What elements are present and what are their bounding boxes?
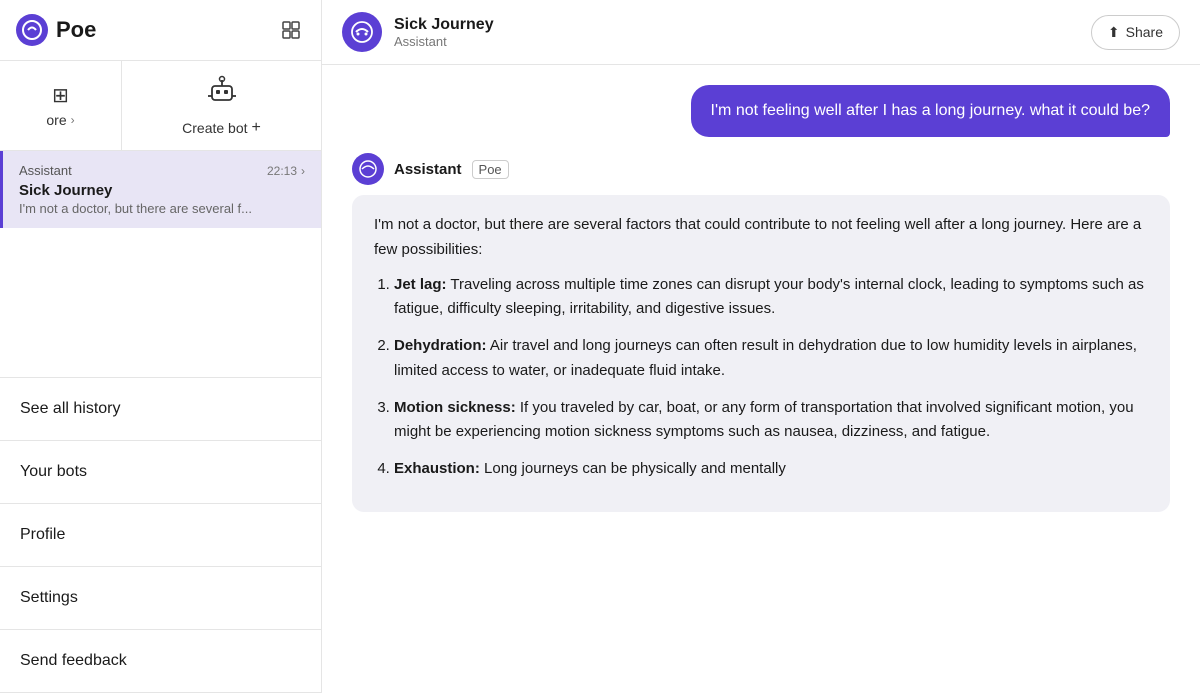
your-bots-item[interactable]: Your bots xyxy=(0,441,321,504)
assistant-content: I'm not a doctor, but there are several … xyxy=(352,195,1170,512)
logo-icon xyxy=(16,14,48,46)
assistant-message: Assistant Poe I'm not a doctor, but ther… xyxy=(352,153,1170,512)
bot-info: Sick Journey Assistant xyxy=(394,16,1079,49)
edit-icon[interactable] xyxy=(277,16,305,44)
chat-list-item[interactable]: Assistant 22:13 › Sick Journey I'm not a… xyxy=(0,151,321,228)
item-4-text: Long journeys can be physically and ment… xyxy=(484,460,786,477)
bot-subtitle: Assistant xyxy=(394,34,1079,49)
list-item: Motion sickness: If you traveled by car,… xyxy=(394,396,1148,446)
main-area: Sick Journey Assistant ⬆ Share I'm not f… xyxy=(322,0,1200,693)
profile-item[interactable]: Profile xyxy=(0,504,321,567)
share-button[interactable]: ⬆ Share xyxy=(1091,15,1180,50)
item-2-title: Dehydration: xyxy=(394,337,487,354)
chat-item-chevron-icon: › xyxy=(301,164,305,178)
sidebar-header: Poe xyxy=(0,0,321,61)
explore-arrow-icon: › xyxy=(71,113,75,127)
chat-item-time: 22:13 xyxy=(267,164,297,178)
list-item: Exhaustion: Long journeys can be physica… xyxy=(394,457,1148,482)
item-1-title: Jet lag: xyxy=(394,276,447,293)
bot-avatar xyxy=(342,12,382,52)
settings-item[interactable]: Settings xyxy=(0,567,321,630)
sidebar: Poe ⊞ ore › xyxy=(0,0,322,693)
list-item: Jet lag: Traveling across multiple time … xyxy=(394,273,1148,323)
chat-header: Sick Journey Assistant ⬆ Share xyxy=(322,0,1200,65)
chat-item-bot: Assistant xyxy=(19,163,72,178)
explore-button[interactable]: ⊞ ore › xyxy=(0,61,122,150)
item-1-text: Traveling across multiple time zones can… xyxy=(394,276,1144,318)
logo-text: Poe xyxy=(56,17,96,43)
assistant-avatar xyxy=(352,153,384,185)
top-actions: ⊞ ore › Create bot + xyxy=(0,61,321,151)
item-4-title: Exhaustion: xyxy=(394,460,480,477)
bot-name: Sick Journey xyxy=(394,16,1079,34)
assistant-name: Assistant xyxy=(394,161,462,178)
list-item: Dehydration: Air travel and long journey… xyxy=(394,334,1148,384)
response-list: Jet lag: Traveling across multiple time … xyxy=(394,273,1148,482)
messages-area: I'm not feeling well after I has a long … xyxy=(322,65,1200,693)
chat-item-title: Sick Journey xyxy=(19,182,305,199)
create-bot-label: Create bot xyxy=(182,120,247,136)
share-icon: ⬆ xyxy=(1108,24,1120,41)
send-feedback-item[interactable]: Send feedback xyxy=(0,630,321,693)
assistant-header: Assistant Poe xyxy=(352,153,1170,185)
see-all-history-item[interactable]: See all history xyxy=(0,378,321,441)
chat-item-preview: I'm not a doctor, but there are several … xyxy=(19,201,305,216)
explore-label: ore xyxy=(46,112,66,128)
create-bot-button[interactable]: Create bot + xyxy=(122,61,321,150)
user-message: I'm not feeling well after I has a long … xyxy=(691,85,1170,137)
plus-icon: + xyxy=(252,119,261,137)
user-message-wrap: I'm not feeling well after I has a long … xyxy=(352,85,1170,137)
logo-area: Poe xyxy=(16,14,96,46)
poe-badge: Poe xyxy=(472,160,509,179)
robot-icon xyxy=(206,74,238,113)
sidebar-nav: See all history Your bots Profile Settin… xyxy=(0,377,321,693)
item-2-text: Air travel and long journeys can often r… xyxy=(394,337,1137,379)
item-3-title: Motion sickness: xyxy=(394,399,516,416)
chat-list: Assistant 22:13 › Sick Journey I'm not a… xyxy=(0,151,321,377)
response-intro: I'm not a doctor, but there are several … xyxy=(374,213,1148,263)
explore-icon: ⊞ xyxy=(52,83,69,108)
share-label: Share xyxy=(1126,24,1163,40)
